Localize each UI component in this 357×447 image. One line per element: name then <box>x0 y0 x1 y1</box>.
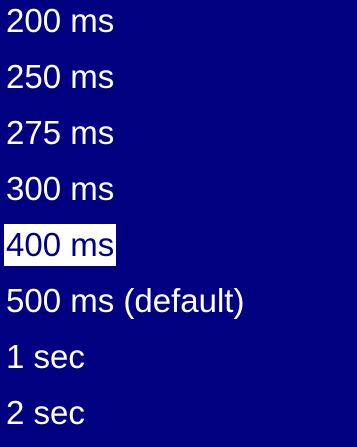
menu-option-275ms[interactable]: 275 ms <box>4 112 116 154</box>
delay-options-menu: 200 ms 250 ms 275 ms 300 ms 400 ms 500 m… <box>0 0 357 447</box>
menu-option-250ms[interactable]: 250 ms <box>4 56 116 98</box>
menu-option-300ms[interactable]: 300 ms <box>4 168 116 210</box>
menu-option-500ms-default[interactable]: 500 ms (default) <box>4 280 246 322</box>
menu-option-200ms[interactable]: 200 ms <box>4 0 116 42</box>
menu-option-1sec[interactable]: 1 sec <box>4 336 87 378</box>
menu-option-2sec[interactable]: 2 sec <box>4 392 87 434</box>
menu-option-400ms-selected[interactable]: 400 ms <box>4 224 117 266</box>
